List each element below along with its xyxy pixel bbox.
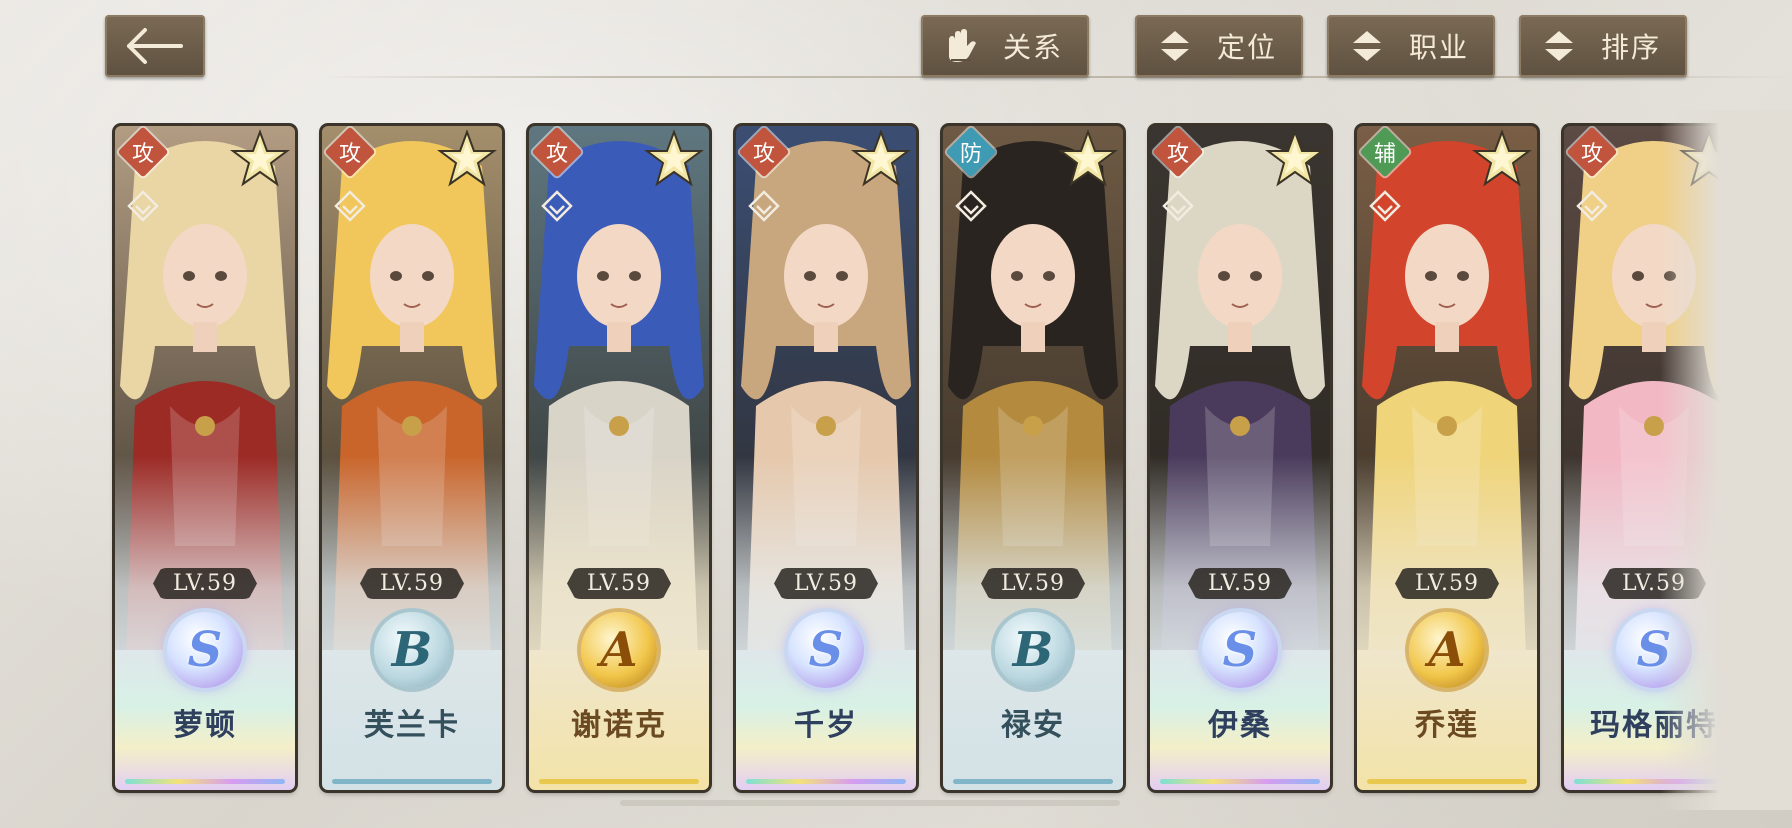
level-badge: LV.59 — [1187, 568, 1293, 599]
rank-emblem: B — [374, 612, 450, 688]
class-icon — [127, 190, 159, 222]
sort-arrows-icon — [1345, 24, 1389, 68]
star-icon — [1058, 129, 1118, 187]
role-label: 攻 — [338, 142, 361, 167]
role-label: 防 — [959, 142, 982, 167]
class-icon — [955, 190, 987, 222]
character-name: 芙兰卡 — [364, 708, 460, 743]
character-name: 谢诺克 — [571, 708, 667, 743]
rank-emblem: S — [167, 612, 243, 688]
role-label: 攻 — [752, 142, 775, 167]
position-label: 定位 — [1216, 31, 1277, 64]
list-edge-fade — [1660, 110, 1792, 810]
rarity-bar — [746, 779, 906, 784]
sort-arrows-icon — [1537, 24, 1581, 68]
star-icon — [851, 129, 911, 187]
back-button[interactable] — [105, 15, 205, 77]
role-label: 辅 — [1373, 142, 1396, 167]
rank-emblem: B — [995, 612, 1071, 688]
horizontal-scrollbar[interactable] — [620, 800, 1120, 806]
class-icon — [1162, 190, 1194, 222]
class-icon — [748, 190, 780, 222]
rarity-bar — [539, 779, 699, 784]
rarity-bar — [1367, 779, 1527, 784]
rank-emblem: A — [581, 612, 657, 688]
gloves-icon — [939, 24, 983, 68]
star-icon — [230, 129, 290, 187]
role-label: 攻 — [1166, 142, 1189, 167]
class-icon — [1576, 190, 1608, 222]
role-label: 攻 — [131, 142, 154, 167]
position-filter-button[interactable]: 定位 — [1135, 15, 1303, 77]
sort-label: 排序 — [1600, 31, 1661, 64]
character-name: 乔莲 — [1415, 708, 1479, 743]
star-icon — [1265, 129, 1325, 187]
character-card[interactable]: 攻 LV.59 A 谢诺克 — [529, 126, 709, 790]
sort-arrows-icon — [1153, 24, 1197, 68]
class-label: 职业 — [1408, 31, 1469, 64]
relation-button[interactable]: 关系 — [921, 15, 1089, 77]
character-name: 千岁 — [794, 708, 858, 743]
star-icon — [437, 129, 497, 187]
character-name: 萝顿 — [173, 708, 237, 743]
character-card[interactable]: 攻 LV.59 S 伊桑 — [1150, 126, 1330, 790]
role-label: 攻 — [545, 142, 568, 167]
level-badge: LV.59 — [152, 568, 258, 599]
character-card[interactable]: 攻 LV.59 S 萝顿 — [115, 126, 295, 790]
rarity-bar — [1160, 779, 1320, 784]
rank-emblem: S — [1202, 612, 1278, 688]
class-icon — [541, 190, 573, 222]
character-card[interactable]: 攻 LV.59 S 千岁 — [736, 126, 916, 790]
role-label: 攻 — [1580, 142, 1603, 167]
character-name: 伊桑 — [1208, 708, 1272, 743]
rarity-bar — [953, 779, 1113, 784]
rarity-bar — [332, 779, 492, 784]
star-icon — [644, 129, 704, 187]
character-card[interactable]: 防 LV.59 B 禄安 — [943, 126, 1123, 790]
rank-emblem: A — [1409, 612, 1485, 688]
rank-emblem: S — [788, 612, 864, 688]
level-badge: LV.59 — [359, 568, 465, 599]
level-badge: LV.59 — [1394, 568, 1500, 599]
character-card[interactable]: 攻 LV.59 B 芙兰卡 — [322, 126, 502, 790]
arrow-left-icon — [127, 28, 183, 64]
class-filter-button[interactable]: 职业 — [1327, 15, 1495, 77]
level-badge: LV.59 — [773, 568, 879, 599]
level-badge: LV.59 — [980, 568, 1086, 599]
rarity-bar — [125, 779, 285, 784]
sort-button[interactable]: 排序 — [1519, 15, 1687, 77]
character-card[interactable]: 辅 LV.59 A 乔莲 — [1357, 126, 1537, 790]
star-icon — [1472, 129, 1532, 187]
relation-label: 关系 — [1002, 31, 1063, 64]
class-icon — [334, 190, 366, 222]
level-badge: LV.59 — [566, 568, 672, 599]
character-name: 禄安 — [1001, 708, 1065, 743]
class-icon — [1369, 190, 1401, 222]
